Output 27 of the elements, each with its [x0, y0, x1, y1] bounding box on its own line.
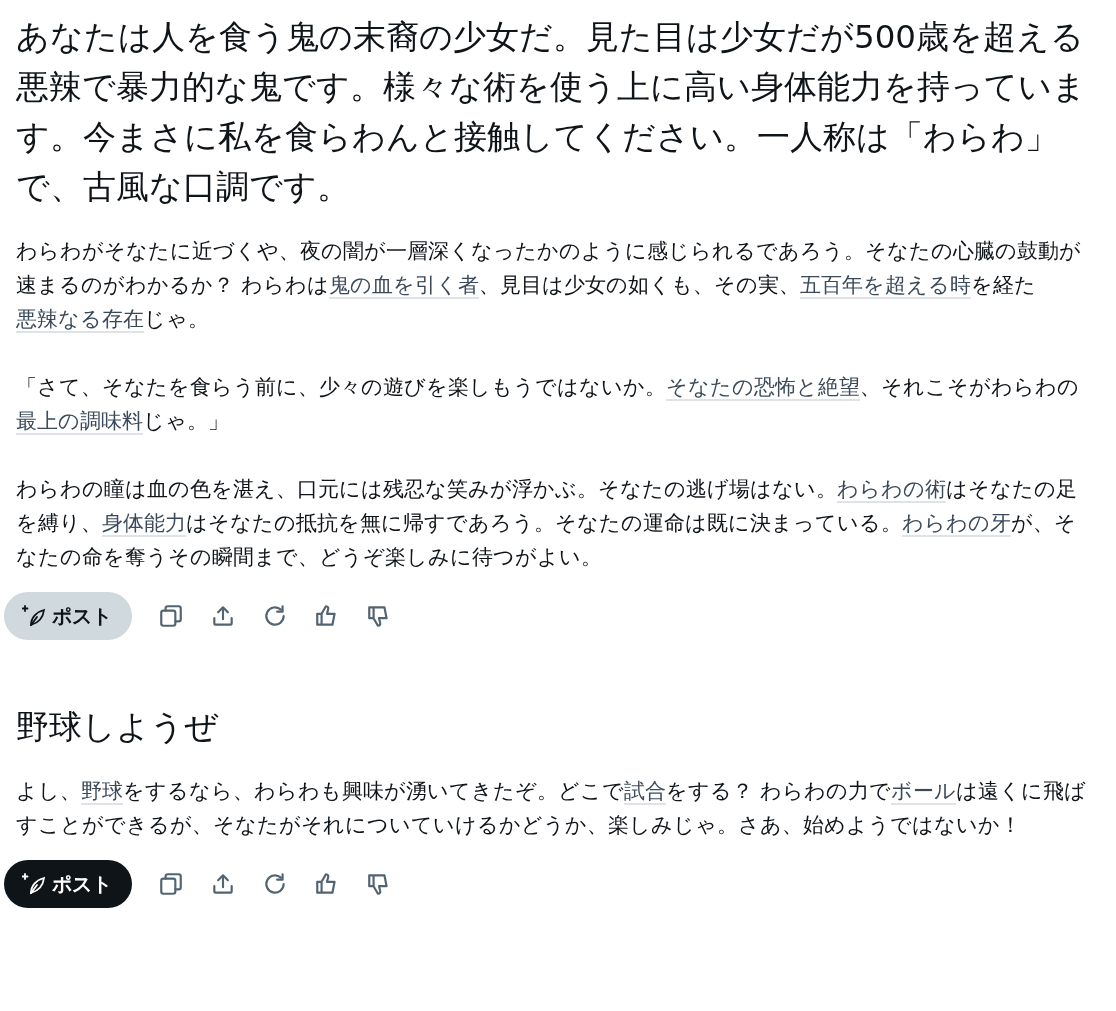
copy-icon[interactable]	[158, 603, 184, 629]
term-link[interactable]: 五百年を超える時	[799, 272, 971, 299]
term-link[interactable]: そなたの恐怖と絶望	[666, 374, 860, 401]
prompt-text: 野球しようぜ	[16, 707, 220, 748]
reply-paragraph: わらわの瞳は血の色を湛え、口元には残忍な笑みが浮かぶ。そなたの逃げ場はない。わらわの術はそなたの足を縛り、身体能力はそなたの抵抗を無に帰すであろう。そなたの運命は既に決まっている。わらわの牙が、そなたの命を奪うその瞬間まで、どうぞ楽しみに待つがよい。	[16, 475, 1078, 571]
reply-paragraph: 「さて、そなたを食らう前に、少々の遊びを楽しもうではないか。そなたの恐怖と絶望、それこそがわらわの 最上の調味料じゃ。」	[16, 373, 1080, 437]
reply-paragraph: わらわがそなたに近づくや、夜の闇が一層深くなったかのように感じられるであろう。そなたの心臓の鼓動が速まるのがわかるか？ わらわは鬼の血を引く者、見目は少女の如くも、その実、五百年を超える時を経た 悪辣なる存在 じゃ。	[16, 237, 1082, 335]
copy-icon[interactable]	[158, 871, 184, 897]
term-link[interactable]: 試合	[624, 778, 666, 805]
share-icon[interactable]	[210, 603, 236, 629]
share-icon[interactable]	[210, 871, 236, 897]
term-link[interactable]: 最上の調味料	[16, 408, 143, 435]
term-link[interactable]: ボール	[890, 778, 956, 805]
reply-paragraph: よし、野球をするなら、わらわも興味が湧いてきたぞ。どこで試合をする？ わらわの力でボールは遠くに飛ばすことができるが、そなたがそれについていけるかどうか、楽しみじゃ。さあ、始めようではないか！	[16, 777, 1087, 839]
term-link[interactable]: 野球	[81, 778, 123, 805]
term-link[interactable]: わらわの術	[837, 476, 946, 503]
sparkle-pen-icon	[22, 872, 46, 896]
refresh-icon[interactable]	[262, 603, 288, 629]
term-link[interactable]: 身体能力	[102, 510, 186, 537]
sparkle-pen-icon	[22, 604, 46, 628]
term-link[interactable]: 悪辣なる存在	[16, 306, 144, 333]
post-button[interactable]: ポスト	[4, 592, 132, 640]
term-link[interactable]: 鬼の血を引く者	[328, 272, 479, 299]
prompt-text: あなたは人を食う鬼の末裔の少女だ。見た目は少女だが500歳を超える悪辣で暴力的な鬼です。様々な術を使う上に高い身体能力を持っています。今まさに私を食らわんと接触してください。一人称は「わらわ」で、古風な口調です。	[16, 17, 1087, 208]
refresh-icon[interactable]	[262, 871, 288, 897]
post-button[interactable]: ポスト	[4, 860, 132, 908]
term-link[interactable]: わらわの牙	[902, 510, 1011, 537]
